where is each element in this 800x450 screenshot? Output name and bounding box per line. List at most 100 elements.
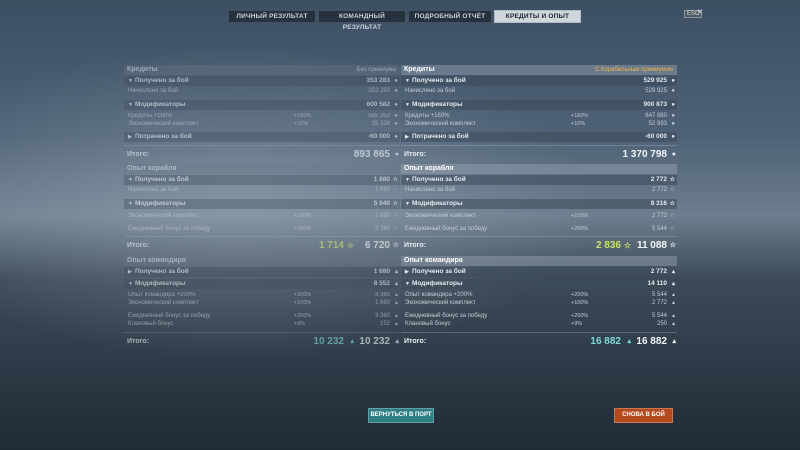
ship-xp-received-row[interactable]: ▼ Получено за бой 1 680 ☆ [124, 175, 400, 185]
total-label: Итого: [127, 242, 150, 249]
commander-icon: ▴ [671, 292, 675, 298]
row-label: Получено за бой [135, 77, 189, 84]
credits-header: Кредиты С Корабельным премиумом [401, 65, 677, 75]
ship-xp-earned-row: Начислено за бой 2 772 ☆ [401, 186, 677, 194]
row-label: Модификаторы [412, 200, 463, 207]
section-title: Кредиты [404, 66, 435, 73]
row-value: 3 360 [374, 313, 390, 319]
ship-xp-received-row[interactable]: ▼ Получено за бой 2 772 ☆ [401, 175, 677, 185]
triangle-icon: ▼ [128, 177, 133, 183]
credits-icon: ● [671, 88, 675, 94]
row-value: 847 880 [645, 113, 667, 119]
battle-again-button[interactable]: СНОВА В БОЙ [614, 408, 673, 423]
row-value: 1 680 [374, 213, 390, 219]
free-xp-icon: ☆ [346, 241, 354, 250]
modifier-row: Кредиты +160% +160% 565 253 ● [124, 112, 400, 120]
commander-xp-total-value-b: 16 882 [636, 336, 667, 347]
commander-xp-received-row[interactable]: ▶ Получено за бой 2 772 ▴ [401, 267, 677, 277]
row-value: 529 925 [643, 77, 668, 84]
credits-icon: ● [394, 134, 398, 140]
results-without-premium: Кредиты Без премиума ▼ Получено за бой 35… [124, 62, 400, 347]
star-icon: ☆ [392, 226, 398, 232]
row-label: Модификаторы [135, 101, 186, 108]
modifier-row: Экономический комплект +10% 52 993 ● [401, 120, 677, 128]
ship-xp-modifiers-row[interactable]: ▼ Модификаторы 5 040 ☆ [124, 199, 400, 209]
row-percent: +200% [294, 292, 312, 298]
modifier-row: Экономический комплект +100% 2 772 ☆ [401, 212, 677, 220]
credits-icon: ● [394, 121, 398, 127]
row-value: 353 283 [366, 77, 391, 84]
section-title: Опыт корабля [127, 165, 177, 172]
close-icon[interactable]: × [697, 7, 703, 18]
row-label: Получено за бой [412, 77, 466, 84]
tab-bar: ЛИЧНЫЙ РЕЗУЛЬТАТ КОМАНДНЫЙ РЕЗУЛЬТАТ ПОД… [228, 10, 581, 31]
commander-icon: ▴ [394, 292, 398, 298]
row-label: Начислено за бой [128, 187, 179, 193]
row-value: 14 110 [647, 280, 667, 287]
tab-team-result[interactable]: КОМАНДНЫЙ РЕЗУЛЬТАТ [318, 10, 406, 31]
star-icon: ☆ [392, 177, 398, 183]
credits-icon: ● [394, 102, 398, 108]
row-label: Экономический комплект [128, 300, 199, 306]
triangle-icon: ▶ [128, 269, 132, 275]
credits-modifiers-row[interactable]: ▼ Модификаторы 600 582 ● [124, 100, 400, 110]
credits-received-row[interactable]: ▼ Получено за бой 529 925 ● [401, 76, 677, 86]
total-label: Итого: [404, 151, 427, 158]
tab-detailed-report[interactable]: ПОДРОБНЫЙ ОТЧЁТ [408, 10, 492, 23]
row-value: -60 000 [367, 133, 390, 140]
section-title: Кредиты [127, 66, 158, 73]
row-value: 900 873 [643, 101, 668, 108]
row-label: Экономический комплект [405, 300, 476, 306]
total-label: Итого: [127, 338, 150, 345]
triangle-icon: ▼ [128, 281, 133, 287]
triangle-icon: ▶ [405, 269, 409, 275]
row-percent: +100% [294, 300, 312, 306]
commander-xp-header: Опыт командира [401, 256, 677, 266]
commander-icon: ▴ [671, 300, 675, 306]
row-label: Модификаторы [412, 280, 463, 287]
credits-icon: ● [671, 102, 675, 108]
commander-xp-received-row[interactable]: ▶ Получено за бой 1 680 ▴ [124, 267, 400, 277]
tab-personal-result[interactable]: ЛИЧНЫЙ РЕЗУЛЬТАТ [228, 10, 316, 23]
row-value: 600 582 [366, 101, 391, 108]
credits-spent-row[interactable]: ▶ Потрачено за бой -60 000 ● [401, 132, 677, 142]
credits-icon: ● [671, 134, 675, 140]
commander-icon: ▴ [394, 300, 398, 306]
credits-modifiers-row[interactable]: ▼ Модификаторы 900 873 ● [401, 100, 677, 110]
credits-icon: ● [671, 151, 676, 158]
credits-spent-row[interactable]: ▶ Потрачено за бой -60 000 ● [124, 132, 400, 142]
credits-total-row: Итого: 893 865 ● [124, 145, 400, 163]
star-icon: ☆ [669, 177, 675, 183]
commander-xp-modifiers-row[interactable]: ▼ Модификаторы 8 552 ▴ [124, 279, 400, 289]
credits-earned-row: Начислено за бой 529 925 ● [401, 87, 677, 95]
ship-xp-modifiers-row[interactable]: ▼ Модификаторы 8 316 ☆ [401, 199, 677, 209]
row-percent: +200% [571, 292, 589, 298]
row-label: Потрачено за бой [135, 133, 192, 140]
modifier-row: Ежедневный бонус за победу +200% 5 544 ☆ [401, 225, 677, 233]
credits-icon: ● [671, 121, 675, 127]
triangle-icon: ▶ [405, 134, 409, 140]
row-value: 2 772 [651, 300, 667, 306]
row-label: Кредиты +160% [405, 113, 450, 119]
row-value: 8 552 [373, 280, 390, 287]
total-label: Итого: [127, 151, 150, 158]
modifier-row: Опыт командира +200% +200% 3 360 ▴ [124, 291, 400, 299]
row-percent: +160% [571, 113, 589, 119]
row-percent: +100% [571, 300, 589, 306]
row-value: 1 680 [374, 187, 390, 193]
commander-xp-modifiers-row[interactable]: ▼ Модификаторы 14 110 ▴ [401, 279, 677, 289]
ship-xp-earned-row: Начислено за бой 1 680 ☆ [124, 186, 400, 194]
commander-xp-total-value: 10 232 [313, 336, 344, 347]
return-to-port-button[interactable]: ВЕРНУТЬСЯ В ПОРТ [368, 408, 434, 423]
credits-received-row[interactable]: ▼ Получено за бой 353 283 ● [124, 76, 400, 86]
row-value: 5 544 [651, 313, 667, 319]
row-label: Опыт командира +200% [405, 292, 473, 298]
row-label: Клановый бонус [405, 321, 451, 327]
row-value: 52 993 [648, 121, 667, 127]
modifier-row: Ежедневный бонус за победу +200% 3 360 ▴ [124, 312, 400, 320]
triangle-icon: ▼ [405, 201, 410, 207]
tab-credits-and-xp[interactable]: КРЕДИТЫ И ОПЫТ [494, 10, 581, 23]
ship-xp-header: Опыт корабля [401, 164, 677, 174]
section-title: Опыт корабля [404, 165, 454, 172]
credits-icon: ● [671, 78, 675, 84]
